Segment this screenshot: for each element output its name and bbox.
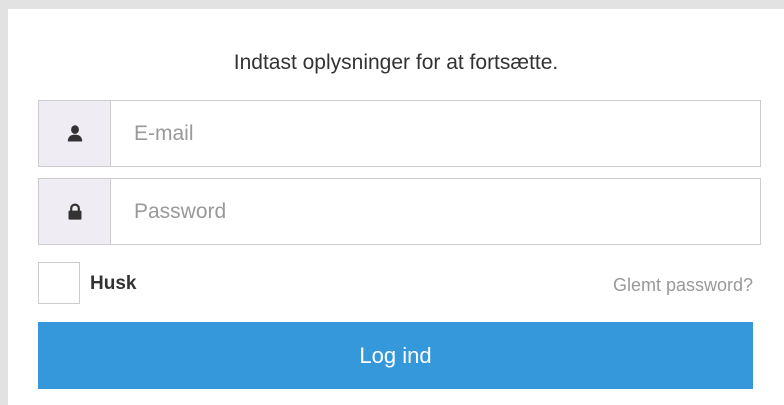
user-icon	[67, 125, 82, 142]
login-panel: Indtast oplysninger for at fortsætte. Hu…	[8, 9, 784, 405]
login-heading: Indtast oplysninger for at fortsætte.	[233, 51, 559, 74]
email-input-group	[38, 100, 761, 167]
email-addon	[39, 101, 111, 166]
lock-icon	[68, 203, 81, 220]
email-field[interactable]	[111, 101, 760, 166]
password-field[interactable]	[111, 179, 760, 244]
password-addon	[39, 179, 111, 244]
forgot-password-link[interactable]: Glemt password?	[613, 274, 753, 296]
password-input-group	[38, 178, 761, 245]
remember-checkbox[interactable]	[38, 262, 80, 304]
remember-label: Husk	[90, 273, 137, 294]
login-button[interactable]: Log ind	[38, 322, 753, 389]
